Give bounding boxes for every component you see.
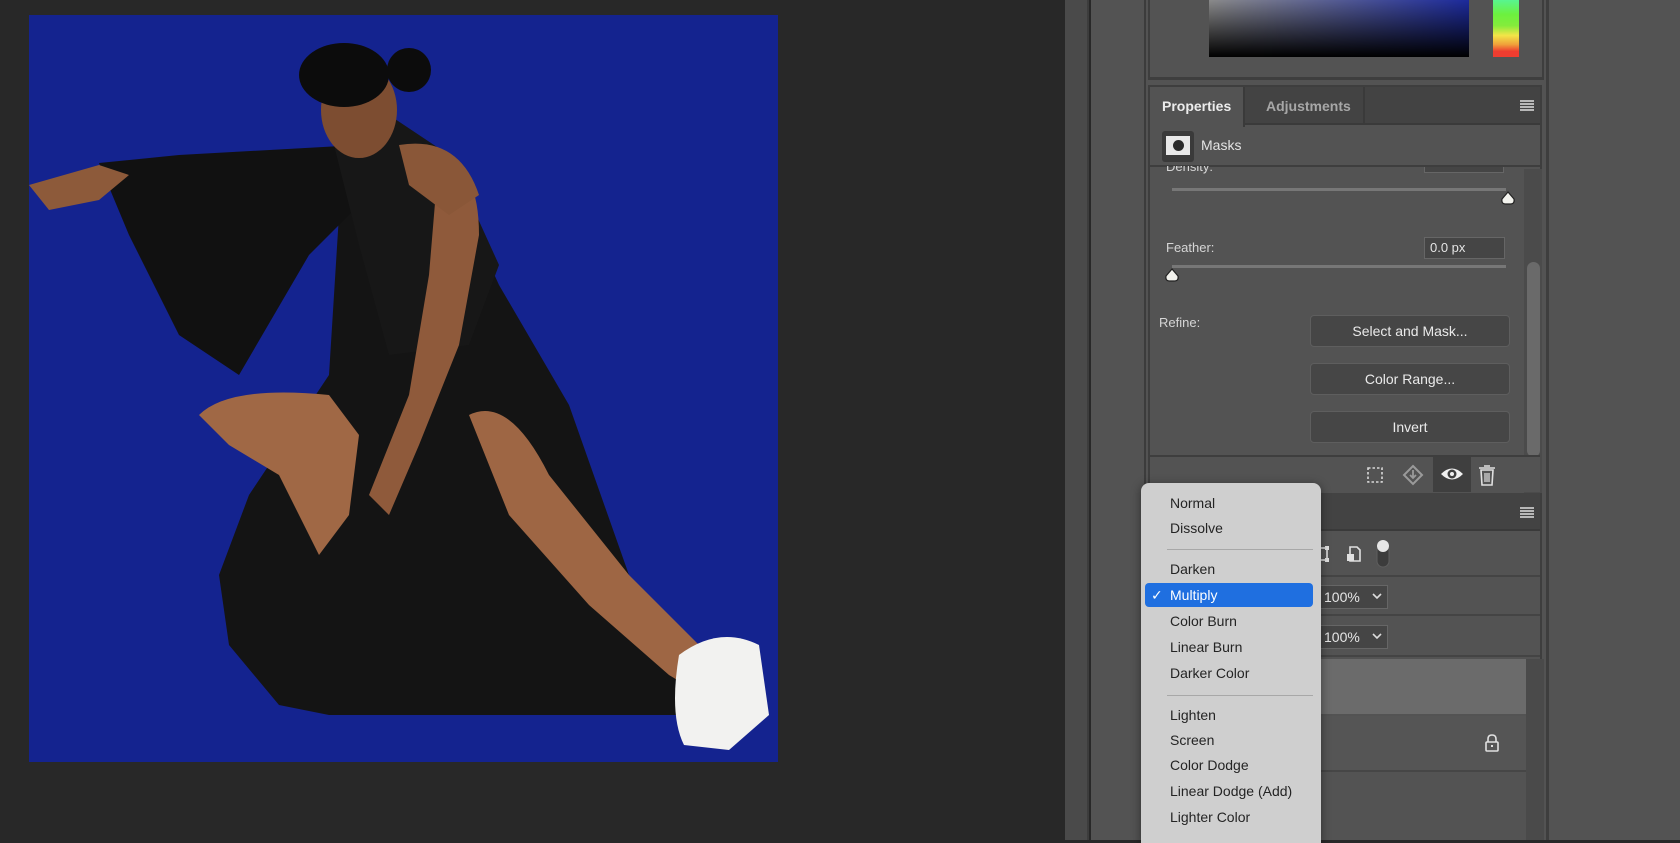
apply-mask-icon[interactable] [1398, 462, 1428, 488]
color-saturation-field[interactable] [1209, 0, 1469, 57]
blend-mode-menu: Normal Dissolve Darken ✓ Multiply Color … [1141, 483, 1321, 843]
density-label: Density: [1166, 166, 1213, 174]
blend-mode-darken[interactable]: Darken [1145, 557, 1313, 581]
blend-mode-linear-burn[interactable]: Linear Burn [1145, 635, 1313, 659]
blend-mode-dissolve[interactable]: Dissolve [1145, 516, 1313, 540]
layer-lock-icon [1485, 734, 1499, 752]
mask-icon[interactable] [1162, 131, 1194, 162]
feather-field[interactable]: 0.0 px [1424, 237, 1505, 259]
blend-mode-label: Multiply [1170, 587, 1218, 603]
color-range-button[interactable]: Color Range... [1310, 363, 1510, 395]
chevron-down-icon [1372, 633, 1382, 640]
density-slider-thumb[interactable] [1500, 191, 1516, 205]
blend-mode-lighter-color[interactable]: Lighter Color [1145, 805, 1313, 829]
feather-slider-thumb[interactable] [1164, 268, 1180, 282]
menu-separator [1167, 549, 1313, 550]
blend-mode-color-burn[interactable]: Color Burn [1145, 609, 1313, 633]
density-field[interactable] [1424, 167, 1504, 173]
properties-scroll-thumb[interactable] [1527, 262, 1540, 457]
blend-mode-linear-dodge-add[interactable]: Linear Dodge (Add) [1145, 779, 1313, 803]
document-image[interactable] [29, 15, 778, 762]
model-photo [29, 15, 778, 762]
layers-scrollbar[interactable] [1526, 659, 1544, 840]
tab-properties[interactable]: Properties [1150, 87, 1246, 127]
refine-label: Refine: [1159, 315, 1201, 330]
opacity-field[interactable]: 100% [1318, 585, 1368, 609]
opacity-dropdown-button[interactable] [1368, 585, 1388, 609]
smart-object-filter-icon[interactable] [1345, 545, 1363, 563]
chevron-down-icon [1372, 593, 1382, 600]
dock-strip-collapsed-panels [1091, 0, 1146, 840]
checkmark-icon: ✓ [1151, 587, 1163, 603]
blend-mode-color-dodge[interactable]: Color Dodge [1145, 753, 1313, 777]
dock-strip-left [1065, 0, 1089, 840]
canvas-area[interactable] [0, 0, 1065, 840]
invert-button[interactable]: Invert [1310, 411, 1510, 443]
blend-mode-multiply[interactable]: ✓ Multiply [1145, 583, 1313, 607]
feather-slider-track[interactable] [1172, 265, 1506, 268]
eye-icon [1441, 468, 1463, 480]
menu-separator [1167, 695, 1313, 696]
delete-mask-icon[interactable] [1472, 462, 1502, 488]
tab-adjustments[interactable]: Adjustments [1254, 87, 1365, 125]
blend-mode-normal[interactable]: Normal [1145, 491, 1313, 515]
panel-menu-icon[interactable] [1520, 100, 1534, 111]
masks-label: Masks [1201, 137, 1242, 153]
right-dock-area [1546, 0, 1680, 840]
toggle-mask-visibility-button[interactable] [1433, 457, 1471, 492]
filter-toggle-switch[interactable] [1375, 539, 1391, 569]
layers-panel-menu-icon[interactable] [1520, 507, 1534, 518]
fill-dropdown-button[interactable] [1368, 625, 1388, 649]
blend-mode-screen[interactable]: Screen [1145, 728, 1313, 746]
blend-mode-lighten[interactable]: Lighten [1145, 703, 1313, 727]
properties-panel: Properties Adjustments Masks Density: Fe… [1148, 85, 1542, 539]
density-slider-track[interactable] [1172, 188, 1506, 191]
masks-header: Masks [1150, 125, 1540, 167]
feather-label: Feather: [1166, 240, 1215, 255]
properties-tabbar: Properties Adjustments [1150, 87, 1540, 127]
color-hue-slider[interactable] [1493, 0, 1519, 57]
load-selection-icon[interactable] [1360, 462, 1390, 488]
blend-mode-darker-color[interactable]: Darker Color [1145, 661, 1313, 685]
fill-field[interactable]: 100% [1318, 625, 1368, 649]
select-and-mask-button[interactable]: Select and Mask... [1310, 315, 1510, 347]
